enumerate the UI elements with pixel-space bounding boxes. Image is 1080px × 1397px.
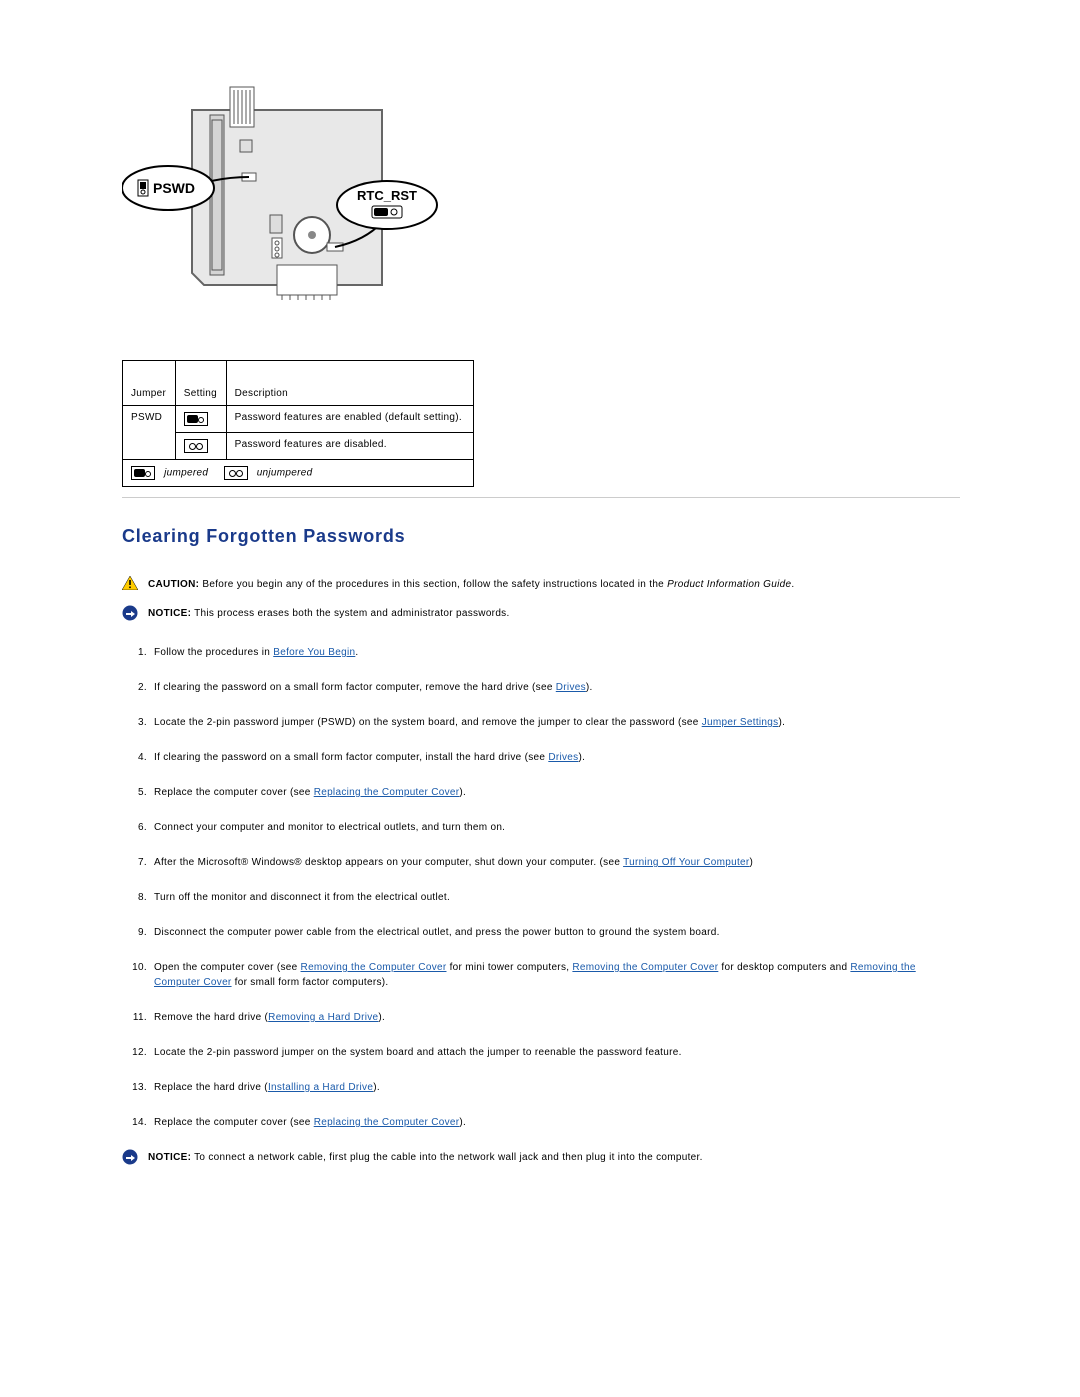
- doc-link[interactable]: Replacing the Computer Cover: [314, 787, 460, 798]
- caution-italic: Product Information Guide: [667, 579, 791, 590]
- doc-link[interactable]: Drives: [548, 752, 578, 763]
- step-text: Replace the hard drive (: [154, 1082, 268, 1093]
- caution-text-before: Before you begin any of the procedures i…: [199, 579, 667, 590]
- table-row: PSWD Password features are enabled (defa…: [123, 406, 474, 433]
- procedure-step: Disconnect the computer power cable from…: [150, 925, 960, 940]
- step-text: If clearing the password on a small form…: [154, 682, 556, 693]
- caution-icon: [122, 576, 138, 590]
- step-text: for mini tower computers,: [446, 962, 572, 973]
- step-text: After the Microsoft® Windows® desktop ap…: [154, 857, 623, 868]
- procedure-step: Open the computer cover (see Removing th…: [150, 960, 960, 990]
- jumpered-icon: [184, 412, 208, 426]
- procedure-step: Replace the computer cover (see Replacin…: [150, 1115, 960, 1130]
- step-text: Disconnect the computer power cable from…: [154, 927, 720, 938]
- cell-jumper-name: PSWD: [123, 406, 176, 460]
- diagram-label-rtcrst: RTC_RST: [357, 188, 417, 203]
- step-text: Turn off the monitor and disconnect it f…: [154, 892, 450, 903]
- doc-link[interactable]: Removing the Computer Cover: [301, 962, 447, 973]
- step-text: Follow the procedures in: [154, 647, 273, 658]
- step-text: Connect your computer and monitor to ele…: [154, 822, 505, 833]
- step-text: ).: [586, 682, 593, 693]
- doc-link[interactable]: Before You Begin: [273, 647, 355, 658]
- cell-description: Password features are disabled.: [226, 433, 473, 460]
- step-text: ).: [459, 1117, 466, 1128]
- caution-label: CAUTION:: [148, 579, 199, 590]
- legend-jumpered-label: jumpered: [164, 468, 208, 479]
- section-divider: [122, 497, 960, 498]
- step-text: Replace the computer cover (see: [154, 1117, 314, 1128]
- procedure-steps: Follow the procedures in Before You Begi…: [122, 645, 960, 1130]
- caution-text-after: .: [791, 579, 794, 590]
- jumper-settings-table: Jumper Setting Description PSWD Password…: [122, 360, 474, 487]
- procedure-step: If clearing the password on a small form…: [150, 680, 960, 695]
- step-text: Locate the 2-pin password jumper (PSWD) …: [154, 717, 702, 728]
- step-text: ).: [578, 752, 585, 763]
- notice-note: NOTICE: To connect a network cable, firs…: [122, 1150, 960, 1165]
- step-text: for desktop computers and: [718, 962, 850, 973]
- cell-setting-jumpered: [175, 406, 226, 433]
- legend-unjumpered-label: unjumpered: [257, 468, 313, 479]
- notice-text: To connect a network cable, first plug t…: [191, 1152, 702, 1163]
- step-text: for small form factor computers).: [232, 977, 389, 988]
- notice-icon: [122, 605, 138, 621]
- step-text: Remove the hard drive (: [154, 1012, 268, 1023]
- step-text: Replace the computer cover (see: [154, 787, 314, 798]
- step-text: ).: [378, 1012, 385, 1023]
- diagram-label-pswd: PSWD: [153, 180, 195, 196]
- procedure-step: Locate the 2-pin password jumper on the …: [150, 1045, 960, 1060]
- table-row: Password features are disabled.: [123, 433, 474, 460]
- procedure-step: After the Microsoft® Windows® desktop ap…: [150, 855, 960, 870]
- notice-label: NOTICE:: [148, 1152, 191, 1163]
- th-setting: Setting: [175, 361, 226, 406]
- notice-icon: [122, 1149, 138, 1165]
- doc-link[interactable]: Turning Off Your Computer: [623, 857, 749, 868]
- doc-link[interactable]: Replacing the Computer Cover: [314, 1117, 460, 1128]
- notice-label: NOTICE:: [148, 608, 191, 619]
- step-text: Open the computer cover (see: [154, 962, 301, 973]
- procedure-step: Connect your computer and monitor to ele…: [150, 820, 960, 835]
- section-heading: Clearing Forgotten Passwords: [122, 526, 960, 547]
- cell-setting-unjumpered: [175, 433, 226, 460]
- notice-text: This process erases both the system and …: [191, 608, 509, 619]
- doc-link[interactable]: Removing a Hard Drive: [268, 1012, 378, 1023]
- procedure-step: Locate the 2-pin password jumper (PSWD) …: [150, 715, 960, 730]
- doc-link[interactable]: Drives: [556, 682, 586, 693]
- step-text: ).: [373, 1082, 380, 1093]
- procedure-step: If clearing the password on a small form…: [150, 750, 960, 765]
- doc-link[interactable]: Jumper Settings: [702, 717, 779, 728]
- cell-description: Password features are enabled (default s…: [226, 406, 473, 433]
- th-jumper: Jumper: [123, 361, 176, 406]
- unjumpered-icon: [184, 439, 208, 453]
- unjumpered-icon: [224, 466, 248, 480]
- doc-link[interactable]: Removing the Computer Cover: [572, 962, 718, 973]
- procedure-step: Follow the procedures in Before You Begi…: [150, 645, 960, 660]
- doc-link[interactable]: Installing a Hard Drive: [268, 1082, 373, 1093]
- notice-note: NOTICE: This process erases both the sys…: [122, 606, 960, 621]
- procedure-step: Remove the hard drive (Removing a Hard D…: [150, 1010, 960, 1025]
- step-text: ).: [778, 717, 785, 728]
- procedure-step: Turn off the monitor and disconnect it f…: [150, 890, 960, 905]
- step-text: .: [355, 647, 358, 658]
- legend-cell: jumpered unjumpered: [123, 460, 474, 487]
- th-description: Description: [226, 361, 473, 406]
- motherboard-jumper-diagram: PSWD RTC_RST: [122, 60, 960, 330]
- step-text: If clearing the password on a small form…: [154, 752, 548, 763]
- step-text: Locate the 2-pin password jumper on the …: [154, 1047, 682, 1058]
- procedure-step: Replace the hard drive (Installing a Har…: [150, 1080, 960, 1095]
- caution-note: CAUTION: Before you begin any of the pro…: [122, 577, 960, 592]
- jumpered-icon: [131, 466, 155, 480]
- procedure-step: Replace the computer cover (see Replacin…: [150, 785, 960, 800]
- step-text: ): [750, 857, 754, 868]
- step-text: ).: [459, 787, 466, 798]
